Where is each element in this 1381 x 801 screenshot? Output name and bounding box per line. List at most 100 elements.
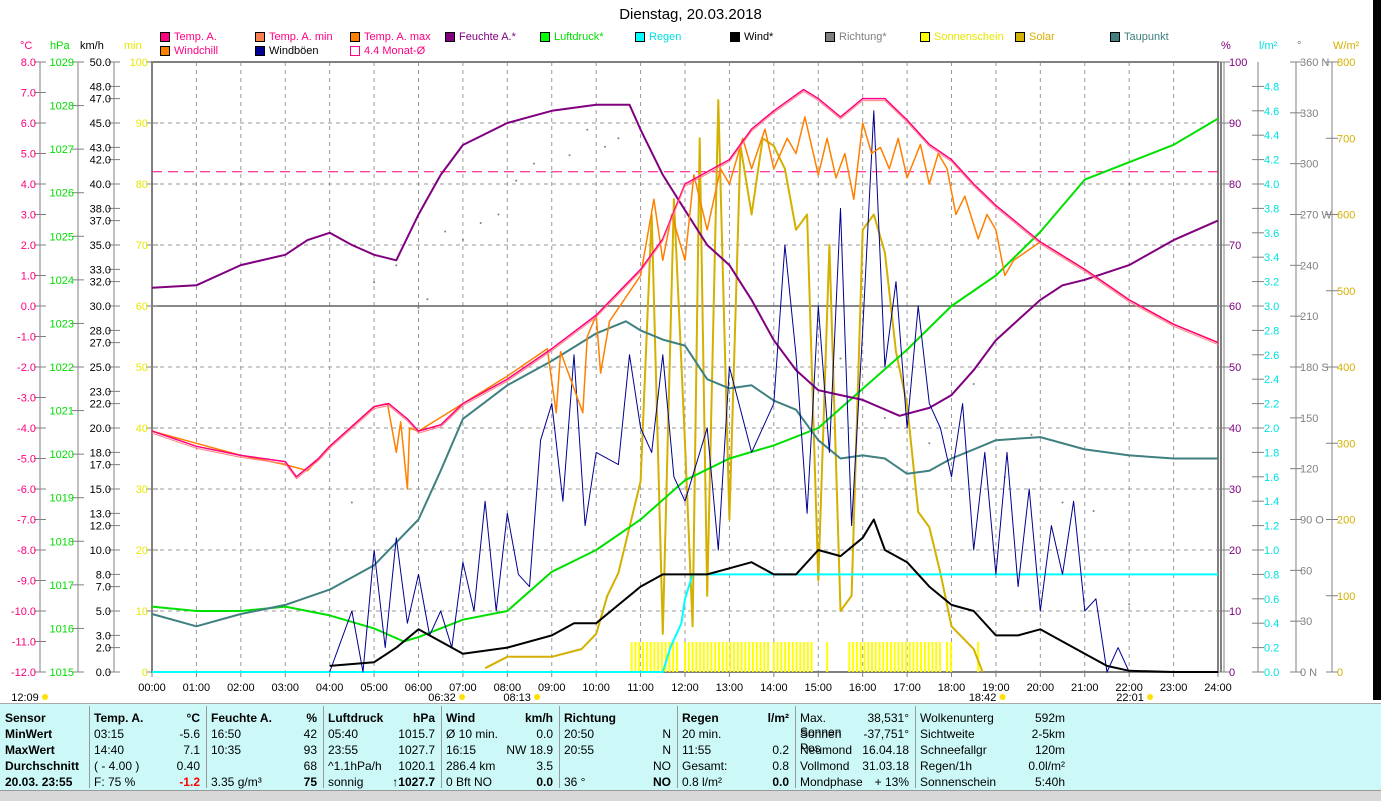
- panel-value: l/m²: [767, 711, 789, 725]
- celsius-tick-label: -3.0: [17, 393, 36, 405]
- panel-row: Regen/1h 0.0l/m²: [920, 759, 1065, 775]
- panel-column: Regen l/m² 20 min. 11:55 0.2 Gesamt: 0.8 0.8 l/…: [677, 704, 795, 791]
- column-separator: [915, 706, 916, 788]
- sunset-time: 18:42: [969, 692, 997, 703]
- panel-row: ( - 4.00 ) 0.40: [94, 759, 200, 775]
- panel-value: 5:40h: [1034, 775, 1065, 789]
- kmh-tick-label: 5.0: [96, 606, 111, 618]
- celsius-tick-label: 8.0: [21, 57, 36, 69]
- direction-point: [395, 264, 398, 267]
- x-tick-label: 01:00: [183, 682, 211, 694]
- panel-row: Mondphase + 13%: [800, 775, 909, 791]
- panel-value: -1.2: [179, 775, 200, 789]
- panel-value: 1027.7: [398, 743, 435, 757]
- direction-point: [532, 162, 535, 165]
- panel-label: Schneefallgr: [920, 743, 987, 757]
- panel-column: Wind km/h Ø 10 min. 0.0 16:15 NW 18.9 286.4 km…: [441, 704, 559, 791]
- panel-label: ( - 4.00 ): [94, 759, 140, 773]
- sunrise-time: 06:32: [428, 692, 456, 703]
- solar-tick-label: 800: [1337, 57, 1355, 69]
- direction-point: [373, 281, 376, 284]
- panel-row: Richtung: [564, 711, 671, 727]
- kmh-tick-label: 12.0: [90, 521, 111, 533]
- panel-row: 36 ° NO: [564, 775, 671, 791]
- rain-tick-label: 1.0: [1264, 545, 1279, 557]
- rain-tick-label: 4.4: [1264, 130, 1279, 142]
- hpa-tick-label: 1029: [50, 57, 74, 69]
- panel-label: sonnig: [328, 775, 364, 789]
- panel-row: Sonnen Pos -37,751°: [800, 727, 909, 755]
- celsius-tick-label: -1.0: [17, 332, 36, 344]
- panel-label: Neumond: [800, 743, 853, 757]
- direction-point: [1030, 433, 1033, 436]
- x-tick-label: 05:00: [360, 682, 388, 694]
- x-tick-label: 21:00: [1071, 682, 1099, 694]
- direction-tick-label: 240: [1300, 260, 1318, 272]
- celsius-tick-label: 5.0: [21, 149, 36, 161]
- rain-tick-label: 2.0: [1264, 423, 1279, 435]
- kmh-tick-label: 15.0: [90, 484, 111, 496]
- panel-row: Sonnenschein 5:40h: [920, 775, 1065, 791]
- series-luftdruck: [151, 117, 1219, 643]
- hpa-tick-label: 1027: [50, 144, 74, 156]
- kmh-tick-label: 7.0: [96, 582, 111, 594]
- stats-panel: Sensor MinWert MaxWert Durchschnitt 20.03. 2…: [0, 703, 1381, 791]
- panel-label: 0 Bft NO: [446, 775, 493, 789]
- panel-row: 3.35 g/m³ 75: [211, 775, 317, 791]
- rain-tick-label: 0.0: [1264, 667, 1279, 679]
- kmh-tick-label: 32.0: [90, 277, 111, 289]
- panel-row: 68: [211, 759, 317, 775]
- panel-value: %: [306, 711, 317, 725]
- panel-value: 1015.7: [398, 727, 435, 741]
- direction-point: [972, 382, 975, 385]
- panel-label: 03:15: [94, 727, 125, 741]
- x-tick-label: 11:00: [627, 682, 654, 694]
- direction-point: [839, 357, 842, 360]
- moonset-time: 08:13: [503, 692, 531, 703]
- kmh-tick-label: 30.0: [90, 301, 111, 313]
- hpa-tick-label: 1026: [50, 188, 74, 200]
- panel-value: 120m: [1034, 743, 1065, 757]
- celsius-tick-label: 7.0: [21, 88, 36, 100]
- moonrise-time: 22:01: [1116, 692, 1144, 703]
- hpa-tick-label: 1022: [50, 362, 74, 374]
- panel-value: 1020.1: [398, 759, 435, 773]
- percent-tick-label: 70: [1229, 240, 1241, 252]
- panel-row: 11:55 0.2: [682, 743, 789, 759]
- x-tick-label: 12:00: [671, 682, 699, 694]
- panel-value: ↑1027.7: [392, 775, 435, 789]
- panel-value: km/h: [524, 711, 553, 725]
- panel-value: NO: [653, 759, 671, 773]
- solar-tick-label: 500: [1337, 286, 1355, 298]
- panel-column: Temp. A. °C 03:15 -5.6 14:40 7.1 ( - 4.00 ) 0.4…: [89, 704, 206, 791]
- panel-value: NW 18.9: [506, 743, 553, 757]
- direction-tick-label: 90 O: [1300, 515, 1324, 527]
- panel-value: 0.0: [772, 775, 789, 789]
- celsius-tick-label: -4.0: [17, 423, 36, 435]
- panel-label: 20:50: [564, 727, 595, 741]
- panel-column: Sensor MinWert MaxWert Durchschnitt 20.03. 2…: [0, 704, 89, 791]
- panel-value: 16.04.18: [862, 743, 909, 757]
- direction-point: [417, 306, 420, 309]
- moonset-icon: [534, 694, 541, 700]
- kmh-tick-label: 20.0: [90, 423, 111, 435]
- hpa-tick-label: 1024: [50, 275, 74, 287]
- hpa-tick-label: 1017: [50, 580, 74, 592]
- kmh-tick-label: 23.0: [90, 386, 111, 398]
- panel-row: NO: [564, 759, 671, 775]
- direction-tick-label: 150: [1300, 413, 1318, 425]
- direction-tick-label: 180 S: [1300, 362, 1329, 374]
- direction-point: [426, 298, 429, 301]
- direction-point: [928, 442, 931, 445]
- percent-tick-label: 80: [1229, 179, 1241, 191]
- panel-row: MaxWert: [5, 743, 83, 759]
- direction-tick-label: 210: [1300, 311, 1318, 323]
- panel-column: Feuchte A.% 16:50 42 10:35 93 68 3.35 g/m³ 75: [206, 704, 323, 791]
- panel-label: Sonnen Pos: [800, 727, 842, 755]
- panel-row: Schneefallgr 120m: [920, 743, 1065, 759]
- panel-row: Temp. A. °C: [94, 711, 200, 727]
- kmh-tick-label: 2.0: [96, 643, 111, 655]
- solar-tick-label: 100: [1337, 591, 1355, 603]
- x-tick-label: 16:00: [849, 682, 877, 694]
- percent-tick-label: 20: [1229, 545, 1241, 557]
